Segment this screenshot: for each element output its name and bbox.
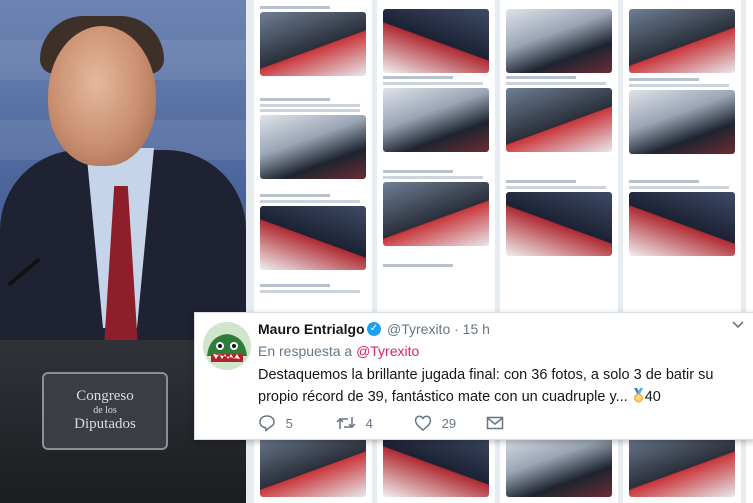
author-handle[interactable]: @Tyrexito [387, 321, 450, 337]
tweet-time[interactable]: · 15 h [454, 321, 490, 337]
timeline-tweet [383, 264, 489, 270]
retweet-button[interactable]: 4 [336, 414, 373, 432]
congreso-plaque: Congreso de los Diputados [42, 372, 168, 450]
tweet-text: Destaquemos la brillante jugada final: c… [258, 364, 738, 408]
message-icon [486, 416, 504, 430]
medal-count: 40 [644, 389, 661, 405]
timeline-tweet [629, 78, 735, 154]
timeline-tweet [383, 6, 489, 73]
author-name[interactable]: Mauro Entrialgo [258, 321, 365, 337]
retweet-count: 4 [365, 416, 373, 431]
timeline-tweet [260, 194, 366, 270]
timeline-tweet [629, 430, 735, 497]
timeline-tweet [260, 430, 366, 497]
like-count: 29 [441, 416, 457, 431]
reply-count: 5 [285, 416, 293, 431]
message-button[interactable] [486, 414, 504, 432]
tweet-card[interactable]: Mauro Entrialgo ✓ @Tyrexito · 15 h En re… [194, 312, 753, 440]
timeline-tweet [383, 76, 489, 152]
timeline-tweet [506, 430, 612, 497]
timeline-tweet [383, 170, 489, 246]
avatar-dinosaur-icon [203, 322, 251, 370]
verified-badge-icon: ✓ [367, 322, 381, 336]
chevron-down-icon[interactable] [731, 318, 745, 335]
timeline-tweet [260, 98, 366, 179]
speaker-head [48, 26, 156, 166]
plaque-line-2: de los [93, 405, 117, 416]
reply-context: En respuesta a @Tyrexito [258, 343, 419, 359]
timeline-tweet [260, 6, 366, 76]
author-handle-time[interactable]: @Tyrexito · 15 h [387, 321, 490, 337]
plaque-line-1: Congreso [76, 388, 134, 404]
reply-to-link[interactable]: @Tyrexito [356, 343, 419, 359]
timeline-tweet [629, 6, 735, 73]
avatar[interactable] [203, 322, 251, 370]
timeline-tweet [506, 180, 612, 256]
timeline-tweet [506, 76, 612, 152]
retweet-icon [336, 417, 356, 429]
timeline-tweet [506, 6, 612, 73]
like-icon [414, 415, 432, 431]
timeline-tweet [260, 284, 366, 295]
reply-prefix: En respuesta a [258, 343, 353, 359]
medal-icon [633, 388, 643, 403]
timeline-tweet [629, 180, 735, 256]
reply-icon [259, 415, 275, 432]
plaque-line-3: Diputados [74, 416, 136, 432]
timeline-tweet [383, 430, 489, 497]
like-button[interactable]: 29 [414, 414, 456, 432]
reply-button[interactable]: 5 [258, 414, 293, 432]
